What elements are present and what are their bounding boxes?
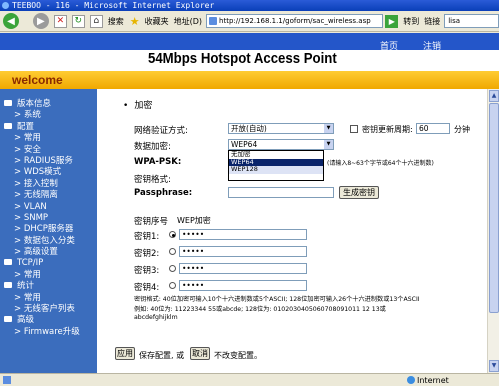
scrollbar-thumb[interactable]	[489, 103, 499, 313]
sidebar-nav: 版本信息 系统 配置 常用 安全 RADIUS服务 WDS模式 接入控制 无线隔…	[0, 89, 97, 373]
nav-home-link[interactable]: 首页	[380, 39, 398, 52]
psk-label: WPA-PSK:	[134, 157, 182, 167]
encrypt-label: 数据加密:	[134, 142, 171, 152]
welcome-bar: welcome	[0, 71, 499, 89]
key2-input[interactable]: •••••	[179, 246, 307, 257]
browser-toolbar: ◀ ▶ ✕ ↻ ⌂ 搜索 ★ 收藏夹 地址(D) http://192.168.…	[0, 11, 499, 32]
generate-key-button[interactable]: 生成密钥	[339, 186, 379, 199]
dropdown-option[interactable]: WEP128	[229, 165, 323, 174]
sidebar-item[interactable]: 高级设置	[0, 247, 97, 258]
rekey-unit: 分钟	[454, 125, 470, 134]
search-button[interactable]: 搜索	[108, 16, 124, 27]
refresh-button[interactable]: ↻	[71, 14, 85, 28]
sidebar-item[interactable]: Firmware升级	[0, 327, 97, 338]
key4-radio[interactable]	[169, 282, 176, 289]
psk-hint: (请输入8~63个字节或64个十六进制数)	[327, 160, 434, 167]
sidebar-item[interactable]: TCP/IP	[0, 258, 97, 269]
cancel-button[interactable]: 取消	[190, 347, 210, 360]
sidebar-item[interactable]: 常用	[0, 270, 97, 281]
auth-label: 网络验证方式:	[134, 126, 188, 136]
key1-radio[interactable]	[169, 231, 176, 238]
sidebar-item[interactable]: 版本信息	[0, 99, 97, 110]
status-bar: Internet	[0, 373, 499, 386]
security-zone: Internet	[417, 376, 449, 385]
search-input[interactable]: lisa	[444, 14, 499, 28]
key1-input[interactable]: •••••	[179, 229, 307, 240]
sidebar-item[interactable]: 高级	[0, 315, 97, 326]
links-label[interactable]: 链接	[424, 16, 440, 27]
page-icon	[3, 376, 11, 384]
scroll-down-icon[interactable]: ▼	[489, 360, 499, 372]
vertical-scrollbar[interactable]: ▲ ▼	[487, 89, 499, 373]
favorites-icon[interactable]: ★	[130, 15, 140, 28]
sidebar-item[interactable]: 常用	[0, 293, 97, 304]
apply-button[interactable]: 应用	[115, 347, 135, 360]
sidebar-item[interactable]: 数据包入分类	[0, 236, 97, 247]
window-titlebar: TEEBOO - 116 - Microsoft Internet Explor…	[0, 0, 499, 11]
rekey-input[interactable]: 60	[416, 123, 450, 134]
key4-label: 密钥4:	[134, 283, 160, 293]
sidebar-item[interactable]: 统计	[0, 281, 97, 292]
passphrase-input[interactable]	[228, 187, 334, 198]
cancel-text: 不改变配置。	[214, 351, 262, 360]
sidebar-item[interactable]: 配置	[0, 122, 97, 133]
rekey-checkbox[interactable]	[350, 125, 358, 133]
welcome-text: welcome	[12, 73, 63, 87]
encrypt-dropdown-list[interactable]: 无加密 WEP64 WEP128	[228, 150, 324, 181]
key-format-label: 密钥格式:	[134, 175, 171, 185]
key3-label: 密钥3:	[134, 266, 160, 276]
sidebar-item[interactable]: 安全	[0, 145, 97, 156]
key-format-note: 密钥格式: 40位加密可输入10个十六进制数或5个ASCII; 128位加密可输…	[134, 296, 420, 303]
key-example-note: 例如: 40位为: 11223344 55或abcde; 128位为: 0102…	[134, 306, 386, 313]
forward-button[interactable]: ▶	[32, 13, 49, 29]
key3-input[interactable]: •••••	[179, 263, 307, 274]
key-example-note-cont: abcdefghijklm	[134, 314, 178, 321]
sidebar-item[interactable]: SNMP	[0, 213, 97, 224]
address-bar[interactable]: http://192.168.1.1/goform/sac_wireless.a…	[206, 14, 384, 28]
go-arrow-icon[interactable]: ▶	[385, 14, 399, 28]
auth-select[interactable]: 开放(自动) ▼	[228, 123, 334, 134]
home-button[interactable]: ⌂	[89, 14, 103, 28]
chevron-down-icon[interactable]: ▼	[324, 140, 333, 149]
sidebar-item[interactable]: 系统	[0, 110, 97, 121]
sidebar-item[interactable]: 无线客户列表	[0, 304, 97, 315]
key1-label: 密钥1:	[134, 232, 160, 242]
key-index-label: 密钥序号	[134, 217, 169, 227]
section-title: 加密	[123, 98, 152, 111]
auth-select-value: 开放(自动)	[231, 124, 267, 133]
stop-button[interactable]: ✕	[53, 14, 67, 28]
encrypt-select-value: WEP64	[231, 140, 258, 149]
encrypt-select[interactable]: WEP64 ▼	[228, 139, 334, 150]
key2-radio[interactable]	[169, 248, 176, 255]
apply-text: 保存配置, 或	[139, 351, 185, 360]
passphrase-label: Passphrase:	[134, 188, 193, 198]
window-title: TEEBOO - 116 - Microsoft Internet Explor…	[12, 1, 215, 10]
key2-label: 密钥2:	[134, 249, 160, 259]
scroll-up-icon[interactable]: ▲	[489, 90, 499, 102]
back-button[interactable]: ◀	[3, 13, 19, 29]
globe-icon	[407, 376, 415, 384]
sidebar-item[interactable]: 常用	[0, 133, 97, 144]
rekey-label: 密钥更新周期:	[362, 125, 413, 134]
ie-icon	[2, 2, 9, 9]
sidebar-item[interactable]: 无线隔离	[0, 190, 97, 201]
chevron-down-icon[interactable]: ▼	[324, 124, 333, 133]
favorites-button[interactable]: 收藏夹	[145, 16, 169, 27]
nav-logout-link[interactable]: 注销	[423, 39, 441, 52]
wep-label: WEP加密	[177, 216, 211, 225]
page-title: 54Mbps Hotspot Access Point	[148, 50, 337, 67]
sidebar-item[interactable]: WDS模式	[0, 167, 97, 178]
sidebar-item[interactable]: DHCP服务器	[0, 224, 97, 235]
address-label: 地址(D)	[173, 16, 203, 26]
key3-radio[interactable]	[169, 265, 176, 272]
sidebar-item[interactable]: RADIUS服务	[0, 156, 97, 167]
key4-input[interactable]: •••••	[179, 280, 307, 291]
sidebar-item[interactable]: VLAN	[0, 202, 97, 213]
sidebar-item[interactable]: 接入控制	[0, 179, 97, 190]
main-content: 加密 网络验证方式: 开放(自动) ▼ 密钥更新周期: 60 分钟 数据加密: …	[97, 89, 487, 373]
go-button[interactable]: 转到	[403, 16, 419, 27]
